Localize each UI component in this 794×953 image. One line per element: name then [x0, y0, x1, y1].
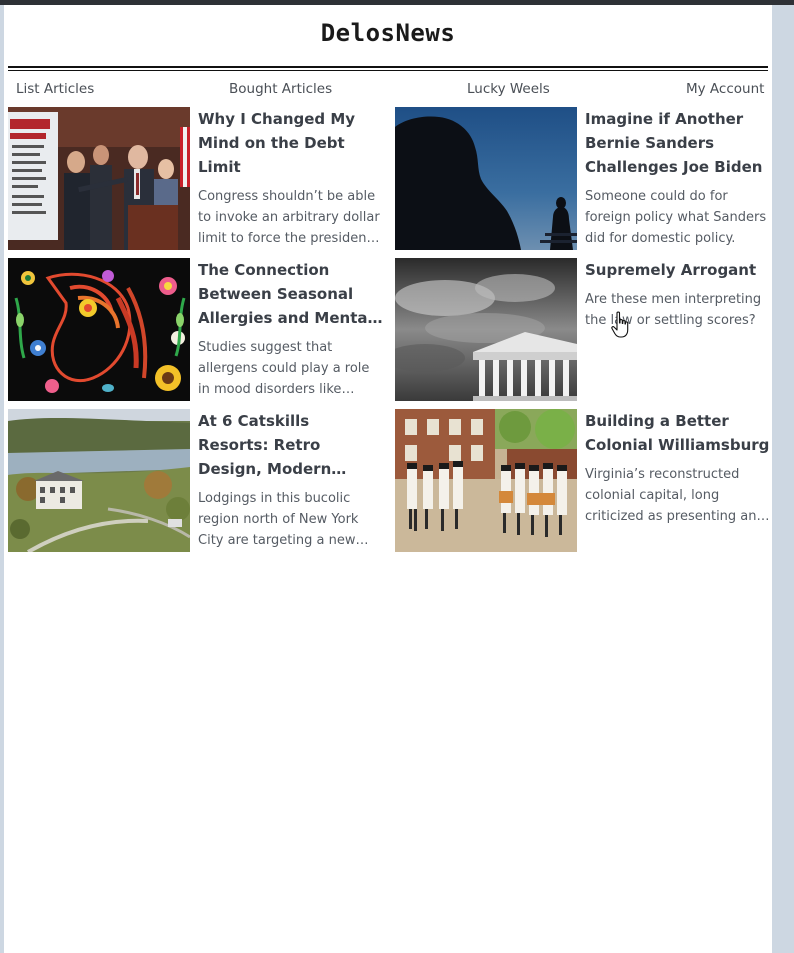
- article-description: Lodgings in this bucolic region north of…: [198, 491, 359, 548]
- floral-illustration[interactable]: [8, 258, 190, 401]
- fife-and-drum-photo[interactable]: [395, 409, 577, 552]
- nav-my-account[interactable]: My Account: [686, 81, 764, 97]
- article-card[interactable]: At 6 Catskills Resorts: Retro Design, Mo…: [8, 409, 386, 552]
- article-title[interactable]: Building a Better Colonial Williamsburg: [585, 409, 771, 457]
- main-nav: List Articles Bought Articles Lucky Weel…: [4, 81, 772, 101]
- article-text: Why I Changed My Mind on the Debt Limit …: [198, 107, 384, 249]
- article-title[interactable]: Supremely Arrogant: [585, 258, 771, 282]
- header-divider-thin: [8, 70, 768, 71]
- article-card[interactable]: Imagine if Another Bernie Sanders Challe…: [395, 107, 773, 250]
- article-card[interactable]: Building a Better Colonial Williamsburg …: [395, 409, 773, 552]
- article-text: At 6 Catskills Resorts: Retro Design, Mo…: [198, 409, 384, 551]
- article-card[interactable]: The Connection Between Seasonal Allergie…: [8, 258, 386, 401]
- article-description: Someone could do for foreign policy what…: [585, 189, 767, 246]
- article-card[interactable]: Why I Changed My Mind on the Debt Limit …: [8, 107, 386, 250]
- article-text: Building a Better Colonial Williamsburg …: [585, 409, 771, 527]
- hand-cursor-icon: [611, 311, 629, 338]
- nav-list-articles[interactable]: List Articles: [16, 81, 94, 97]
- article-title[interactable]: The Connection Between Seasonal Allergie…: [198, 258, 384, 330]
- article-description: Congress shouldn’t be able to invoke an …: [198, 189, 380, 246]
- header-divider: [8, 66, 768, 68]
- article-title[interactable]: At 6 Catskills Resorts: Retro Design, Mo…: [198, 409, 384, 481]
- catskills-resort-photo[interactable]: [8, 409, 190, 552]
- article-description: Virginia’s reconstructed colonial capita…: [585, 467, 757, 524]
- article-title[interactable]: Imagine if Another Bernie Sanders Challe…: [585, 107, 771, 179]
- silhouette-photo[interactable]: [395, 107, 577, 250]
- page: DelosNews List Articles Bought Articles …: [4, 5, 772, 953]
- article-title[interactable]: Why I Changed My Mind on the Debt Limit: [198, 107, 384, 179]
- nav-bought-articles[interactable]: Bought Articles: [229, 81, 332, 97]
- nav-lucky-weels[interactable]: Lucky Weels: [467, 81, 550, 97]
- supreme-court-photo[interactable]: [395, 258, 577, 401]
- article-text: Imagine if Another Bernie Sanders Challe…: [585, 107, 771, 249]
- site-logo[interactable]: DelosNews: [4, 19, 772, 47]
- article-text: The Connection Between Seasonal Allergie…: [198, 258, 384, 400]
- press-conference-photo[interactable]: [8, 107, 190, 250]
- article-description: Studies suggest that allergens could pla…: [198, 340, 370, 397]
- article-card[interactable]: Supremely Arrogant Are these men interpr…: [395, 258, 773, 401]
